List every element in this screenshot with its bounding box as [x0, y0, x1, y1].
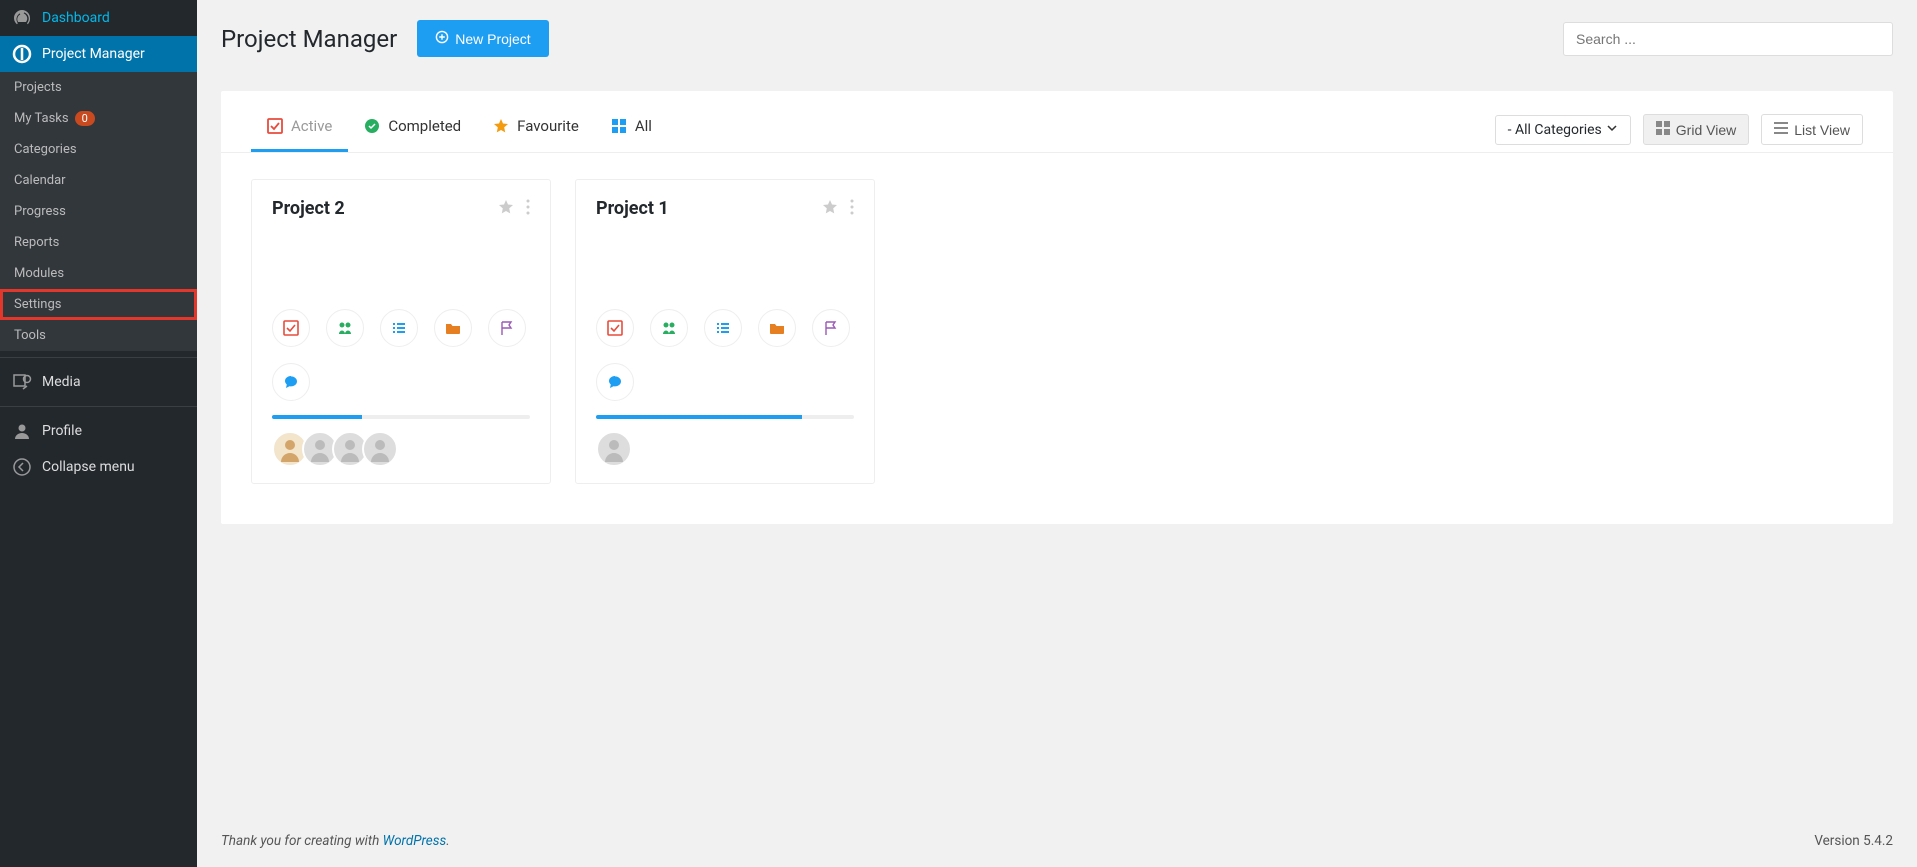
grid-view-button[interactable]: Grid View — [1643, 114, 1749, 145]
main-content: Project Manager New Project Active Compl… — [197, 0, 1917, 867]
card-title: Project 1 — [596, 198, 669, 219]
tab-active[interactable]: Active — [251, 107, 348, 152]
check-circle-icon — [364, 118, 380, 134]
avatars — [596, 431, 854, 467]
search-input[interactable] — [1563, 22, 1893, 56]
grid-icon — [611, 118, 627, 134]
action-list[interactable] — [380, 309, 418, 347]
progress-bar — [272, 415, 530, 419]
star-toggle[interactable] — [498, 199, 514, 219]
badge-count: 0 — [75, 111, 95, 126]
footer-thankyou: Thank you for creating with — [221, 833, 383, 849]
action-files[interactable] — [758, 309, 796, 347]
version-label: Version 5.4.2 — [1814, 833, 1893, 849]
action-team[interactable] — [326, 309, 364, 347]
star-toggle[interactable] — [822, 199, 838, 219]
sidebar-item-media[interactable]: Media — [0, 364, 197, 400]
submenu-modules[interactable]: Modules — [0, 258, 197, 289]
submenu-reports[interactable]: Reports — [0, 227, 197, 258]
grid-icon — [1656, 121, 1670, 138]
avatar[interactable] — [362, 431, 398, 467]
submenu-projects[interactable]: Projects — [0, 72, 197, 103]
avatar[interactable] — [596, 431, 632, 467]
profile-icon — [12, 421, 32, 441]
action-milestones[interactable] — [488, 309, 526, 347]
tabs: Active Completed Favourite All - All Cat… — [221, 91, 1893, 153]
topbar: Project Manager New Project — [197, 0, 1917, 71]
project-card[interactable]: Project 1 — [575, 179, 875, 484]
submenu-my-tasks[interactable]: My Tasks 0 — [0, 103, 197, 134]
footer: Thank you for creating with WordPress. V… — [197, 815, 1917, 867]
card-menu[interactable] — [850, 199, 854, 219]
action-discuss[interactable] — [272, 363, 310, 401]
checkbox-icon — [267, 118, 283, 134]
sidebar-item-label: Project Manager — [42, 46, 145, 62]
sidebar-item-profile[interactable]: Profile — [0, 413, 197, 449]
plus-circle-icon — [435, 30, 449, 47]
tab-all[interactable]: All — [595, 107, 668, 152]
action-tasks[interactable] — [596, 309, 634, 347]
sidebar: Dashboard Project Manager Projects My Ta… — [0, 0, 197, 867]
collapse-icon — [12, 457, 32, 477]
page-title: Project Manager — [221, 25, 397, 53]
action-list[interactable] — [704, 309, 742, 347]
sidebar-item-label: Profile — [42, 423, 82, 439]
list-view-button[interactable]: List View — [1761, 114, 1863, 145]
sidebar-item-label: Media — [42, 374, 81, 390]
sidebar-submenu: Projects My Tasks 0 Categories Calendar … — [0, 72, 197, 351]
submenu-tools[interactable]: Tools — [0, 320, 197, 351]
pm-logo-icon — [12, 44, 32, 64]
submenu-calendar[interactable]: Calendar — [0, 165, 197, 196]
card-title: Project 2 — [272, 198, 345, 219]
list-icon — [1774, 121, 1788, 138]
media-icon — [12, 372, 32, 392]
action-discuss[interactable] — [596, 363, 634, 401]
action-milestones[interactable] — [812, 309, 850, 347]
action-files[interactable] — [434, 309, 472, 347]
card-menu[interactable] — [526, 199, 530, 219]
categories-dropdown[interactable]: - All Categories — [1495, 115, 1631, 145]
sidebar-item-dashboard[interactable]: Dashboard — [0, 0, 197, 36]
new-project-button[interactable]: New Project — [417, 20, 548, 57]
wordpress-link[interactable]: WordPress — [383, 833, 447, 849]
project-card[interactable]: Project 2 — [251, 179, 551, 484]
submenu-settings[interactable]: Settings — [0, 289, 197, 320]
chevron-down-icon — [1606, 122, 1618, 138]
projects-grid: Project 2 — [221, 153, 1893, 524]
submenu-progress[interactable]: Progress — [0, 196, 197, 227]
tab-completed[interactable]: Completed — [348, 107, 477, 152]
action-team[interactable] — [650, 309, 688, 347]
sidebar-item-label: Collapse menu — [42, 459, 135, 475]
star-icon — [493, 118, 509, 134]
action-tasks[interactable] — [272, 309, 310, 347]
progress-bar — [596, 415, 854, 419]
sidebar-item-project-manager[interactable]: Project Manager — [0, 36, 197, 72]
sidebar-item-collapse[interactable]: Collapse menu — [0, 449, 197, 485]
sidebar-item-label: Dashboard — [42, 10, 110, 26]
avatars — [272, 431, 530, 467]
dashboard-icon — [12, 8, 32, 28]
tab-favourite[interactable]: Favourite — [477, 107, 595, 152]
submenu-categories[interactable]: Categories — [0, 134, 197, 165]
content-panel: Active Completed Favourite All - All Cat… — [221, 91, 1893, 524]
